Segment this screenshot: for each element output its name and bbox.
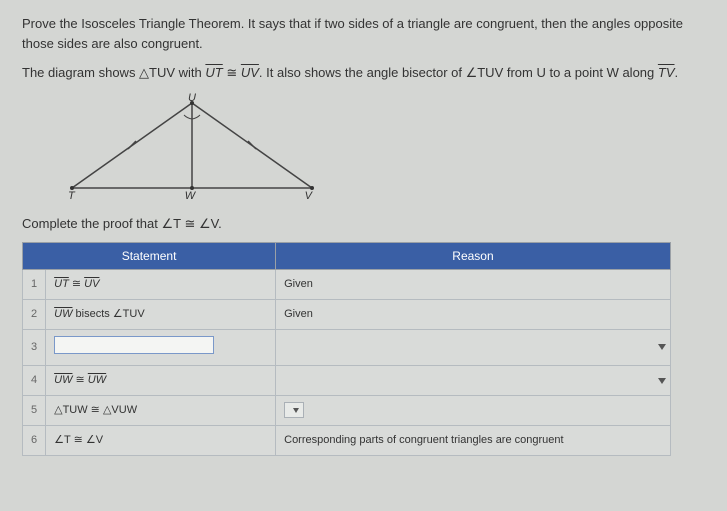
seg-uv: UV <box>84 278 99 290</box>
table-row: 4 UW ≅ UW <box>23 366 671 396</box>
row-num: 3 <box>23 329 46 366</box>
table-row: 5 △TUW ≅ △VUW <box>23 396 671 426</box>
p2-prefix: The diagram shows △TUV with <box>22 65 205 80</box>
seg-uw: UW <box>54 374 72 386</box>
table-row: 1 UT ≅ UV Given <box>23 269 671 299</box>
chevron-down-icon[interactable] <box>658 378 666 384</box>
seg-ut: UT <box>205 65 222 80</box>
row-num: 2 <box>23 299 46 329</box>
seg-uw: UW <box>54 308 72 320</box>
proof-table: Statement Reason 1 UT ≅ UV Given 2 UW bi… <box>22 242 671 457</box>
triangle-diagram: U T W V <box>62 93 705 209</box>
reason-cell-3[interactable] <box>276 329 671 366</box>
row-num: 5 <box>23 396 46 426</box>
reason-cell-4[interactable] <box>276 366 671 396</box>
header-reason: Reason <box>276 242 671 269</box>
reason-cell-5[interactable] <box>276 396 671 426</box>
seg-uv: UV <box>241 65 259 80</box>
stmt-cell-5: △TUW ≅ △VUW <box>46 396 276 426</box>
seg-tv: TV <box>658 65 675 80</box>
stmt-cell-1: UT ≅ UV <box>46 269 276 299</box>
vertex-t-label: T <box>68 190 76 202</box>
p2-mid: . It also shows the angle bisector of ∠T… <box>259 65 658 80</box>
stmt-rest: bisects ∠TUV <box>72 308 144 320</box>
reason-cell-6: Corresponding parts of congruent triangl… <box>276 426 671 456</box>
reason-cell-2: Given <box>276 299 671 329</box>
stmt-cell-3[interactable] <box>46 329 276 366</box>
statement-input[interactable] <box>54 336 214 354</box>
table-row: 3 <box>23 329 671 366</box>
reason-dropdown[interactable] <box>284 402 304 418</box>
seg-ut: UT <box>54 278 69 290</box>
chevron-down-icon[interactable] <box>658 344 666 350</box>
complete-proof-heading: Complete the proof that ∠T ≅ ∠V. <box>22 214 705 234</box>
seg-uw: UW <box>88 374 106 386</box>
vertex-w-label: W <box>185 190 197 202</box>
stmt-cell-2: UW bisects ∠TUV <box>46 299 276 329</box>
table-row: 2 UW bisects ∠TUV Given <box>23 299 671 329</box>
vertex-v-label: V <box>305 190 314 202</box>
reason-cell-1: Given <box>276 269 671 299</box>
row-num: 4 <box>23 366 46 396</box>
intro-paragraph-2: The diagram shows △TUV with UT ≅ UV. It … <box>22 63 705 83</box>
stmt-cell-6: ∠T ≅ ∠V <box>46 426 276 456</box>
row-num: 1 <box>23 269 46 299</box>
cong-1: ≅ <box>223 65 241 80</box>
stmt-cell-4: UW ≅ UW <box>46 366 276 396</box>
header-statement: Statement <box>23 242 276 269</box>
intro-paragraph-1: Prove the Isosceles Triangle Theorem. It… <box>22 14 705 53</box>
p2-end: . <box>675 65 679 80</box>
row-num: 6 <box>23 426 46 456</box>
table-row: 6 ∠T ≅ ∠V Corresponding parts of congrue… <box>23 426 671 456</box>
